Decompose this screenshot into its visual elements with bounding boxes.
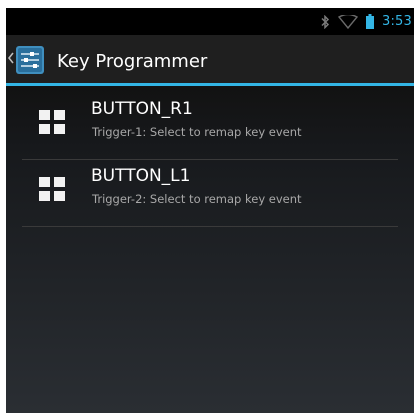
wifi-icon (338, 14, 358, 29)
up-caret-icon[interactable] (8, 52, 14, 64)
status-icons: 3:53 (320, 8, 412, 35)
list-item-summary: Trigger-2: Select to remap key event (92, 192, 302, 206)
action-bar-divider (6, 83, 414, 86)
page-title: Key Programmer (57, 51, 208, 72)
list-item-title: BUTTON_L1 (91, 166, 191, 186)
grid-icon (39, 177, 65, 201)
sliders-icon[interactable] (15, 45, 45, 75)
grid-icon (39, 110, 65, 134)
app-screen: 3:53 Key Programmer BUTTON_R1 Trigger-1:… (6, 8, 414, 413)
list-item-button-r1[interactable]: BUTTON_R1 Trigger-1: Select to remap key… (22, 93, 398, 159)
list-divider (22, 226, 398, 227)
status-time: 3:53 (382, 14, 412, 29)
list-item-title: BUTTON_R1 (91, 99, 193, 119)
battery-icon (366, 14, 374, 29)
list-item-summary: Trigger-1: Select to remap key event (92, 125, 302, 139)
bluetooth-icon (321, 14, 330, 29)
list-item-button-l1[interactable]: BUTTON_L1 Trigger-2: Select to remap key… (22, 160, 398, 226)
status-bar: 3:53 (6, 8, 414, 35)
